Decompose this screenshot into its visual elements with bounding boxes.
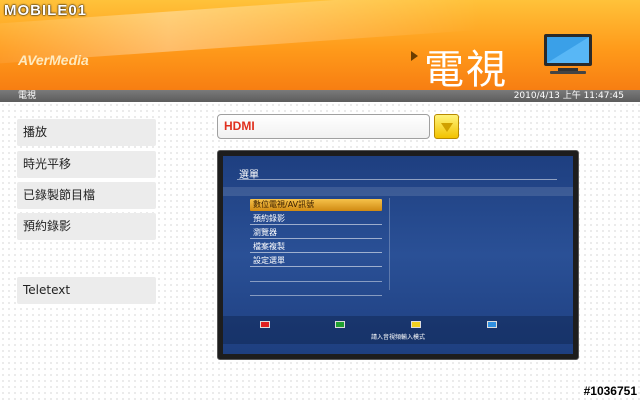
preview-menu-item: 數位電視/AV訊號 [250, 199, 382, 211]
page-title: 電視 [424, 47, 508, 90]
menu-empty-row [250, 295, 382, 296]
menu-band [223, 187, 573, 196]
preview-menu-item: 檔案複製 [250, 241, 382, 253]
title-arrow-icon [411, 51, 418, 61]
source-select[interactable]: HDMI [217, 114, 430, 139]
preview-menu-item: 瀏覽器 [250, 227, 382, 239]
dropdown-triangle-icon [441, 123, 453, 132]
sidebar-item-play[interactable]: 播放 [17, 119, 156, 146]
source-dropdown-button[interactable] [434, 114, 459, 139]
green-key-icon [335, 321, 345, 328]
yellow-key-icon [411, 321, 421, 328]
blue-key-icon [487, 321, 497, 328]
avermedia-logo: AVerMedia [18, 52, 89, 68]
app-header: MOBILE01 AVerMedia 電視 [0, 0, 640, 90]
sidebar-item-schedule[interactable]: 預約錄影 [17, 213, 156, 240]
title-divider [237, 179, 557, 180]
photo-id-watermark: #1036751 [583, 384, 637, 398]
menu-empty-row [250, 281, 382, 282]
tv-icon [544, 34, 592, 74]
sidebar-item-teletext[interactable]: Teletext [17, 277, 156, 304]
mobile01-watermark: MOBILE01 [4, 2, 88, 19]
sidebar-item-timeshift[interactable]: 時光平移 [17, 151, 156, 178]
status-bar: 電視 2010/4/13 上午 11:47:45 [0, 90, 640, 102]
preview-screen: 選單 數位電視/AV訊號 預約錄影 瀏覽器 檔案複製 設定選單 請入音視頻輸入模… [223, 156, 573, 354]
menu-divider [389, 198, 390, 290]
preview-hint: 請入音視頻輸入模式 [370, 334, 425, 341]
preview-menu-item: 設定選單 [250, 255, 382, 267]
status-datetime: 2010/4/13 上午 11:47:45 [513, 91, 624, 101]
red-key-icon [260, 321, 270, 328]
tv-preview[interactable]: 選單 數位電視/AV訊號 預約錄影 瀏覽器 檔案複製 設定選單 請入音視頻輸入模… [217, 150, 579, 360]
sidebar-item-recorded[interactable]: 已錄製節目檔 [17, 182, 156, 209]
preview-menu-item: 預約錄影 [250, 213, 382, 225]
status-section: 電視 [18, 91, 37, 101]
